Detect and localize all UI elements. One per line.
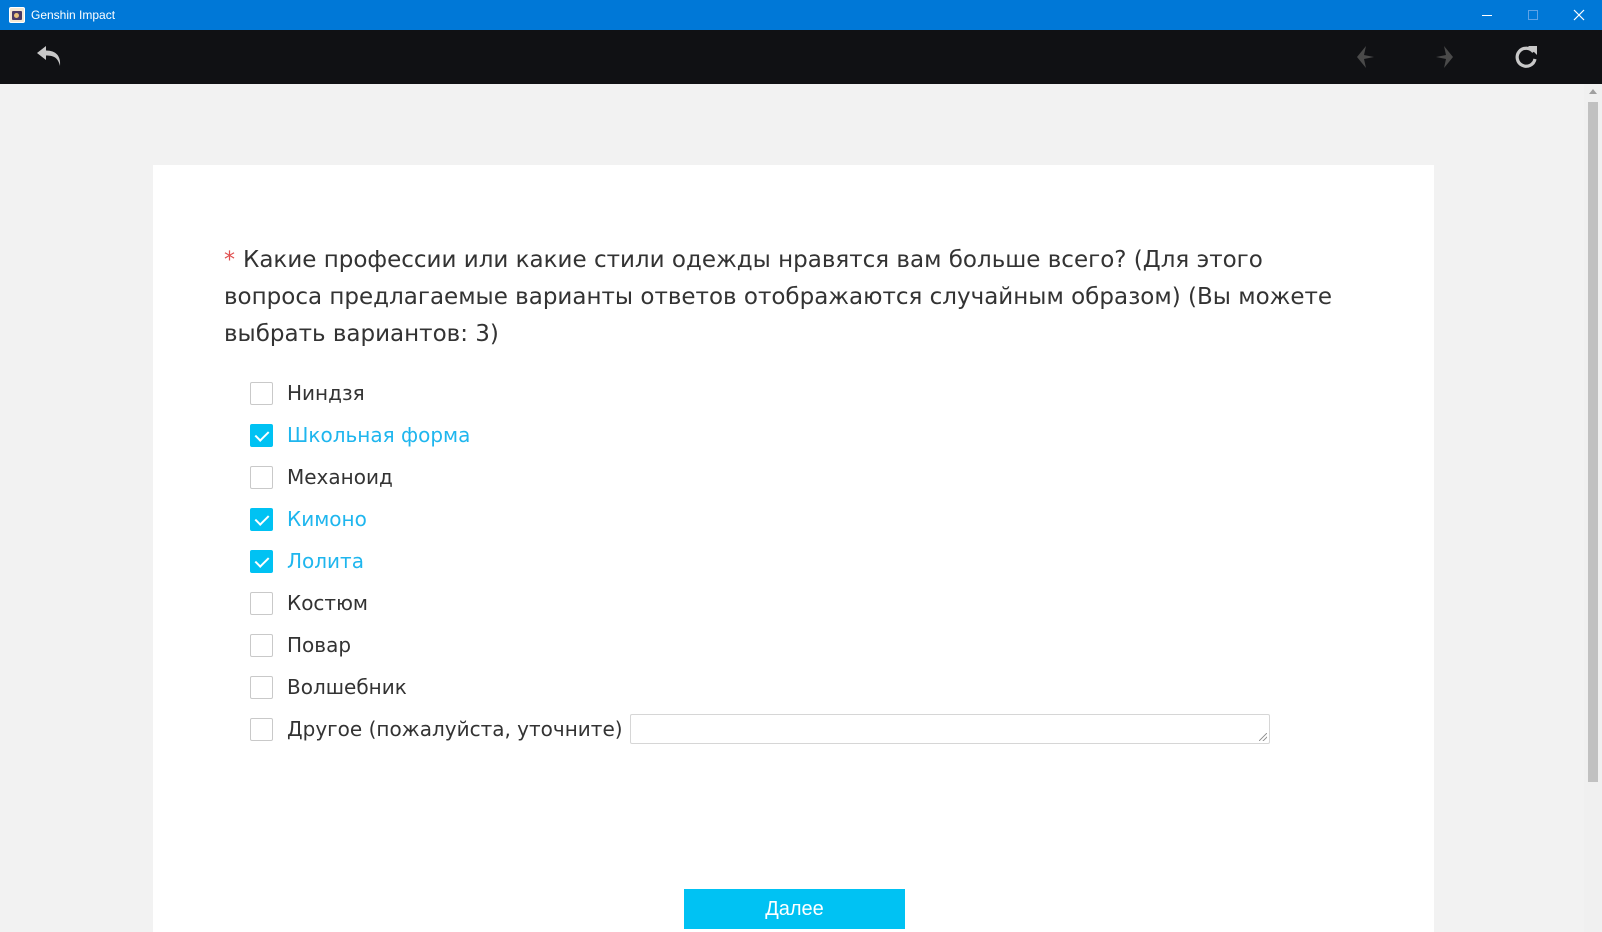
browser-toolbar <box>0 30 1602 84</box>
option-label: Школьная форма <box>287 423 471 447</box>
window-title: Genshin Impact <box>31 8 116 22</box>
checkbox-checked[interactable] <box>250 549 273 573</box>
checkbox[interactable] <box>250 591 273 615</box>
undo-arrow-icon <box>37 46 61 66</box>
option-mechanoid[interactable]: Механоид <box>250 456 1350 498</box>
option-ninja[interactable]: Ниндзя <box>250 372 1350 414</box>
option-lolita[interactable]: Лолита <box>250 540 1350 582</box>
page-content: * Какие профессии или какие стили одежды … <box>0 84 1584 932</box>
question-text: * Какие профессии или какие стили одежды … <box>224 242 1354 353</box>
checkbox[interactable] <box>250 381 273 405</box>
next-page-button[interactable] <box>1430 42 1460 72</box>
option-wizard[interactable]: Волшебник <box>250 666 1350 708</box>
option-chef[interactable]: Повар <box>250 624 1350 666</box>
option-label: Костюм <box>287 591 369 615</box>
minimize-button[interactable] <box>1464 0 1510 30</box>
maximize-icon <box>1528 10 1538 20</box>
close-button[interactable] <box>1556 0 1602 30</box>
checkbox-checked[interactable] <box>250 423 273 447</box>
checkbox-checked[interactable] <box>250 507 273 531</box>
genshin-app-icon <box>9 7 25 23</box>
survey-card: * Какие профессии или какие стили одежды … <box>153 165 1434 932</box>
question-label: Какие профессии или какие стили одежды н… <box>224 247 1333 347</box>
maximize-button[interactable] <box>1510 0 1556 30</box>
required-mark: * <box>224 248 235 273</box>
prev-page-button[interactable] <box>1350 42 1380 72</box>
option-label: Ниндзя <box>287 381 365 405</box>
vertical-scrollbar[interactable] <box>1584 84 1602 932</box>
close-icon <box>1573 9 1585 21</box>
option-label: Волшебник <box>287 675 407 699</box>
back-button[interactable] <box>34 42 68 72</box>
checkbox[interactable] <box>250 717 273 741</box>
previous-arrow-icon <box>1357 46 1374 68</box>
option-label: Другое (пожалуйста, уточните) <box>287 717 623 741</box>
minimize-icon <box>1482 15 1492 16</box>
reload-button[interactable] <box>1511 42 1541 72</box>
option-kimono[interactable]: Кимоно <box>250 498 1350 540</box>
other-text-input[interactable] <box>629 714 1270 744</box>
checkbox[interactable] <box>250 675 273 699</box>
scroll-up-arrow-icon[interactable] <box>1589 89 1597 94</box>
option-label: Повар <box>287 633 352 657</box>
next-arrow-icon <box>1436 46 1453 68</box>
option-school-uniform[interactable]: Школьная форма <box>250 414 1350 456</box>
checkbox[interactable] <box>250 633 273 657</box>
scroll-thumb[interactable] <box>1588 102 1598 782</box>
next-button[interactable]: Далее <box>684 889 905 929</box>
options-list: Ниндзя Школьная форма Механоид Кимоно Ло… <box>250 372 1350 750</box>
option-other[interactable]: Другое (пожалуйста, уточните) <box>250 708 1350 750</box>
option-label: Механоид <box>287 465 393 489</box>
option-suit[interactable]: Костюм <box>250 582 1350 624</box>
option-label: Кимоно <box>287 507 367 531</box>
window-titlebar: Genshin Impact <box>0 0 1602 30</box>
option-label: Лолита <box>287 549 364 573</box>
checkbox[interactable] <box>250 465 273 489</box>
reload-icon <box>1515 46 1537 68</box>
